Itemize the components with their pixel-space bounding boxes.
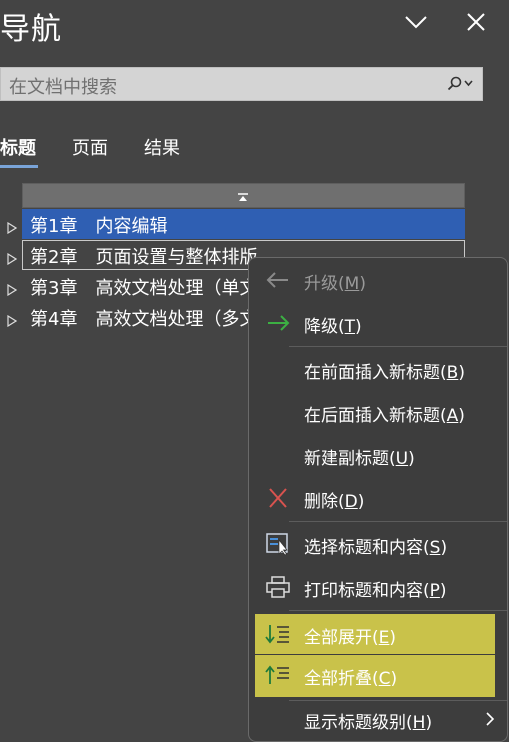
expand-triangle-icon[interactable] xyxy=(7,249,18,270)
access-key: S xyxy=(429,538,441,558)
menu-item-label: 升级(M) xyxy=(304,274,366,294)
heading-item-chapter-1[interactable]: 第1章 内容编辑 xyxy=(0,209,465,239)
menu-separator xyxy=(289,610,507,611)
heading-label: 第4章 高效文档处理（多文 xyxy=(30,309,258,330)
arrow-right-icon xyxy=(264,311,292,335)
heading-label: 第3章 高效文档处理（单文 xyxy=(30,278,258,299)
active-tab-indicator xyxy=(0,165,38,168)
access-key: E xyxy=(378,628,390,648)
search-icon[interactable] xyxy=(446,75,474,97)
menu-item-label: 新建副标题(U) xyxy=(304,449,415,469)
menu-item-label: 在前面插入新标题(B) xyxy=(304,363,465,383)
scroll-up-bar[interactable] xyxy=(22,183,465,208)
access-key: D xyxy=(344,492,358,512)
menu-item-select-content[interactable]: 选择标题和内容(S) xyxy=(249,524,507,564)
menu-item-collapse-all[interactable]: 全部折叠(C) xyxy=(255,655,495,697)
tab-headings[interactable]: 标题 xyxy=(0,134,36,160)
menu-item-label: 在后面插入新标题(A) xyxy=(304,406,465,426)
tab-results[interactable]: 结果 xyxy=(144,134,180,160)
scroll-top-icon xyxy=(237,189,249,208)
menu-item-label: 降级(T) xyxy=(304,317,362,337)
access-key: C xyxy=(378,669,391,689)
menu-item-label: 全部折叠(C) xyxy=(304,669,398,689)
menu-item-new-subheading[interactable]: 新建副标题(U) xyxy=(249,435,507,475)
arrow-left-icon xyxy=(264,268,292,292)
expand-triangle-icon[interactable] xyxy=(7,311,18,332)
chevron-right-icon xyxy=(485,711,495,731)
menu-item-label: 全部展开(E) xyxy=(304,628,397,648)
expand-all-icon xyxy=(264,622,292,646)
menu-item-promote[interactable]: 升级(M) xyxy=(249,260,507,300)
expand-triangle-icon[interactable] xyxy=(7,280,18,301)
menu-item-label: 打印标题和内容(P) xyxy=(304,581,447,601)
menu-item-label: 选择标题和内容(S) xyxy=(304,538,448,558)
access-key: P xyxy=(429,581,440,601)
printer-icon xyxy=(264,575,292,599)
search-input[interactable]: 在文档中搜索 xyxy=(0,67,483,101)
delete-x-icon xyxy=(264,486,292,510)
search-placeholder: 在文档中搜索 xyxy=(9,77,117,98)
access-key: B xyxy=(446,363,459,383)
menu-item-expand-all[interactable]: 全部展开(E) xyxy=(255,614,495,654)
select-content-icon xyxy=(264,532,292,556)
access-key: T xyxy=(344,317,356,337)
heading-label: 第2章 页面设置与整体排版 xyxy=(30,247,258,268)
access-key: A xyxy=(446,406,459,426)
menu-item-demote[interactable]: 降级(T) xyxy=(249,303,507,343)
menu-item-insert-before[interactable]: 在前面插入新标题(B) xyxy=(249,349,507,389)
tab-pages[interactable]: 页面 xyxy=(72,134,108,160)
access-key: U xyxy=(395,449,409,469)
menu-item-label: 删除(D) xyxy=(304,492,365,512)
access-key: H xyxy=(412,713,426,733)
context-menu: 升级(M) 降级(T) 在前面插入新标题(B) 在后面插入新标题(A) 新建副标… xyxy=(248,257,508,742)
collapse-all-icon xyxy=(264,663,292,687)
menu-item-show-heading-levels[interactable]: 显示标题级别(H) xyxy=(249,699,507,739)
expand-triangle-icon[interactable] xyxy=(7,218,18,239)
menu-item-insert-after[interactable]: 在后面插入新标题(A) xyxy=(249,392,507,432)
chevron-down-icon[interactable] xyxy=(402,8,430,36)
menu-separator xyxy=(289,521,507,522)
menu-item-delete[interactable]: 删除(D) xyxy=(249,478,507,518)
menu-item-print-content[interactable]: 打印标题和内容(P) xyxy=(249,567,507,607)
menu-item-label: 显示标题级别(H) xyxy=(304,713,433,733)
heading-label: 第1章 内容编辑 xyxy=(30,216,168,237)
menu-separator xyxy=(289,346,507,347)
access-key: M xyxy=(344,274,360,294)
close-icon[interactable] xyxy=(462,8,490,36)
pane-title: 导航 xyxy=(0,12,62,47)
